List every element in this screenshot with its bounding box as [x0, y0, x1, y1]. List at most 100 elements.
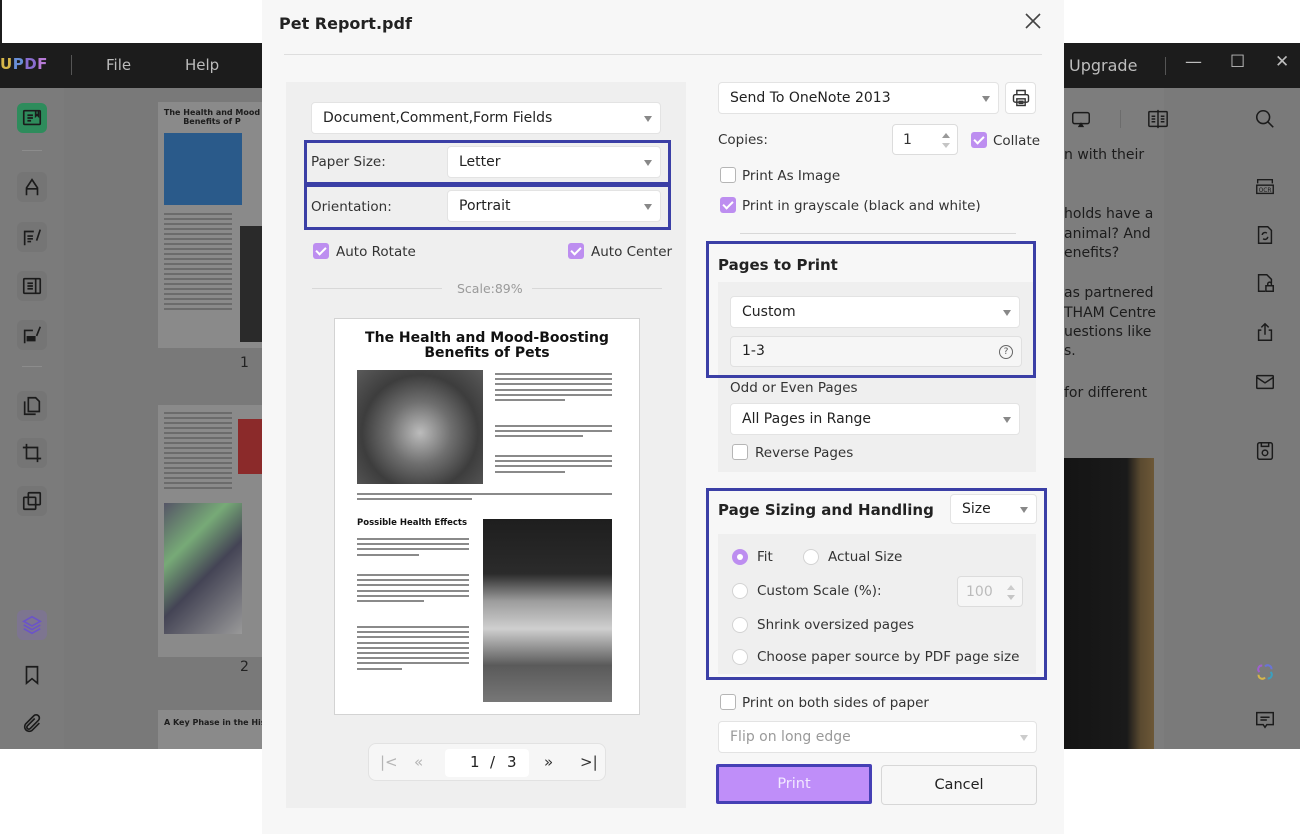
- attachment-icon[interactable]: [17, 709, 47, 739]
- help-icon[interactable]: ?: [999, 345, 1013, 359]
- chevron-down-icon: [982, 96, 990, 102]
- reverse-pages-checkbox[interactable]: [732, 444, 748, 460]
- printer-select[interactable]: Send To OneNote 2013: [718, 82, 999, 114]
- pages-to-print-title: Pages to Print: [718, 256, 838, 274]
- page-preview: The Health and Mood-Boosting Benefits of …: [334, 318, 640, 715]
- bookmark-icon[interactable]: [17, 660, 47, 690]
- dialog-close-button[interactable]: [1022, 10, 1044, 32]
- thumbnail-page-1[interactable]: The Health and Mood Benefits of P: [158, 102, 266, 348]
- ocr-icon[interactable]: OCR: [1254, 176, 1276, 198]
- print-as-image-label: Print As Image: [742, 168, 841, 184]
- menu-file[interactable]: File: [106, 56, 131, 74]
- presentation-icon[interactable]: [1070, 108, 1092, 130]
- print-content-select[interactable]: Document,Comment,Form Fields: [311, 102, 661, 134]
- upgrade-button[interactable]: Upgrade: [1069, 56, 1137, 75]
- convert-icon[interactable]: [1254, 224, 1276, 246]
- chevron-down-icon: [1020, 507, 1028, 513]
- crop-icon[interactable]: [17, 438, 47, 468]
- page-range-input[interactable]: 1-3 ?: [730, 336, 1022, 367]
- auto-center-checkbox[interactable]: [568, 243, 584, 259]
- document-text-line: animal? And: [1064, 226, 1151, 242]
- share-icon[interactable]: [1254, 321, 1276, 343]
- decrement-icon[interactable]: [942, 143, 950, 148]
- thumbnail-page-3[interactable]: A Key Phase in the His: [158, 710, 266, 749]
- email-icon[interactable]: [1254, 371, 1276, 393]
- updf-logo: UPDF: [0, 55, 48, 73]
- shrink-oversized-radio[interactable]: [732, 617, 748, 633]
- preview-paragraph: [495, 425, 612, 441]
- fit-radio[interactable]: [732, 549, 748, 565]
- document-text-line: holds have a: [1064, 206, 1154, 222]
- custom-scale-radio[interactable]: [732, 583, 748, 599]
- page-sizing-mode-select[interactable]: Size: [950, 494, 1037, 524]
- preview-cat-image: [357, 370, 483, 484]
- cancel-button[interactable]: Cancel: [881, 765, 1037, 805]
- first-page-button[interactable]: |<: [380, 753, 398, 771]
- page-range-select[interactable]: Custom: [730, 296, 1020, 328]
- reader-icon[interactable]: [17, 103, 47, 133]
- paper-size-select[interactable]: Letter: [447, 146, 661, 178]
- grayscale-checkbox[interactable]: [720, 197, 736, 213]
- edit-text-icon[interactable]: [17, 222, 47, 252]
- copies-label: Copies:: [718, 132, 768, 148]
- paper-source-radio[interactable]: [732, 649, 748, 665]
- thumbnail-page-number: 1: [240, 355, 249, 371]
- thumbnail-cat-photo: [164, 133, 242, 205]
- custom-scale-stepper[interactable]: 100: [957, 576, 1023, 607]
- preview-paragraph: [357, 626, 469, 673]
- last-page-button[interactable]: >|: [580, 753, 598, 771]
- print-button[interactable]: Print: [716, 764, 872, 804]
- redact-icon[interactable]: [17, 320, 47, 350]
- toolbar-divider: [1120, 110, 1121, 128]
- layers-icon[interactable]: [17, 610, 47, 640]
- increment-icon[interactable]: [942, 133, 950, 138]
- page-number-input[interactable]: 1 / 3: [445, 749, 529, 777]
- thumbnail-page-2[interactable]: [158, 405, 266, 657]
- menu-help[interactable]: Help: [185, 56, 219, 74]
- ai-assistant-icon[interactable]: [1254, 661, 1276, 683]
- printer-properties-button[interactable]: [1005, 82, 1036, 114]
- protect-icon[interactable]: [1254, 272, 1276, 294]
- document-text-line: as partnered: [1064, 285, 1154, 301]
- search-icon[interactable]: [1254, 108, 1276, 130]
- next-page-button[interactable]: »: [544, 753, 553, 771]
- chevron-down-icon: [644, 160, 652, 166]
- thumbnail-title: The Health and Mood Benefits of P: [163, 108, 261, 126]
- odd-even-select[interactable]: All Pages in Range: [730, 403, 1020, 435]
- auto-rotate-checkbox[interactable]: [313, 243, 329, 259]
- svg-text:OCR: OCR: [1259, 187, 1272, 194]
- auto-center-label: Auto Center: [591, 244, 673, 260]
- window-close-button[interactable]: ✕: [1275, 52, 1289, 72]
- copies-stepper[interactable]: 1: [892, 124, 958, 155]
- scale-divider: [312, 288, 442, 289]
- flip-mode-select[interactable]: Flip on long edge: [718, 721, 1037, 753]
- orientation-select[interactable]: Portrait: [447, 190, 661, 222]
- minimize-button[interactable]: —: [1185, 52, 1202, 72]
- organize-pages-icon[interactable]: [17, 391, 47, 421]
- shrink-oversized-label: Shrink oversized pages: [757, 617, 914, 633]
- document-text-line: n with their: [1064, 147, 1145, 163]
- compare-icon[interactable]: [17, 486, 47, 516]
- highlighter-icon[interactable]: [17, 172, 47, 202]
- chevron-down-icon: [644, 204, 652, 210]
- page-view-icon[interactable]: [1146, 108, 1170, 130]
- prev-page-button[interactable]: «: [414, 753, 423, 771]
- duplex-checkbox[interactable]: [720, 694, 736, 710]
- decrement-icon[interactable]: [1007, 595, 1015, 600]
- orientation-label: Orientation:: [311, 199, 392, 215]
- maximize-button[interactable]: ☐: [1230, 52, 1245, 72]
- collate-label: Collate: [993, 133, 1041, 149]
- print-as-image-checkbox[interactable]: [720, 167, 736, 183]
- form-icon[interactable]: [17, 271, 47, 301]
- page-navigator: |< « 1 / 3 » >|: [368, 743, 606, 781]
- collate-checkbox[interactable]: [971, 132, 987, 148]
- actual-size-radio[interactable]: [803, 549, 819, 565]
- scale-divider: [532, 288, 662, 289]
- chevron-down-icon: [1003, 417, 1011, 423]
- rail-divider: [22, 150, 42, 151]
- preview-paragraph: [495, 373, 612, 404]
- comment-icon[interactable]: [1254, 709, 1276, 731]
- save-icon[interactable]: [1254, 440, 1276, 462]
- chevron-down-icon: [1003, 310, 1011, 316]
- increment-icon[interactable]: [1007, 585, 1015, 590]
